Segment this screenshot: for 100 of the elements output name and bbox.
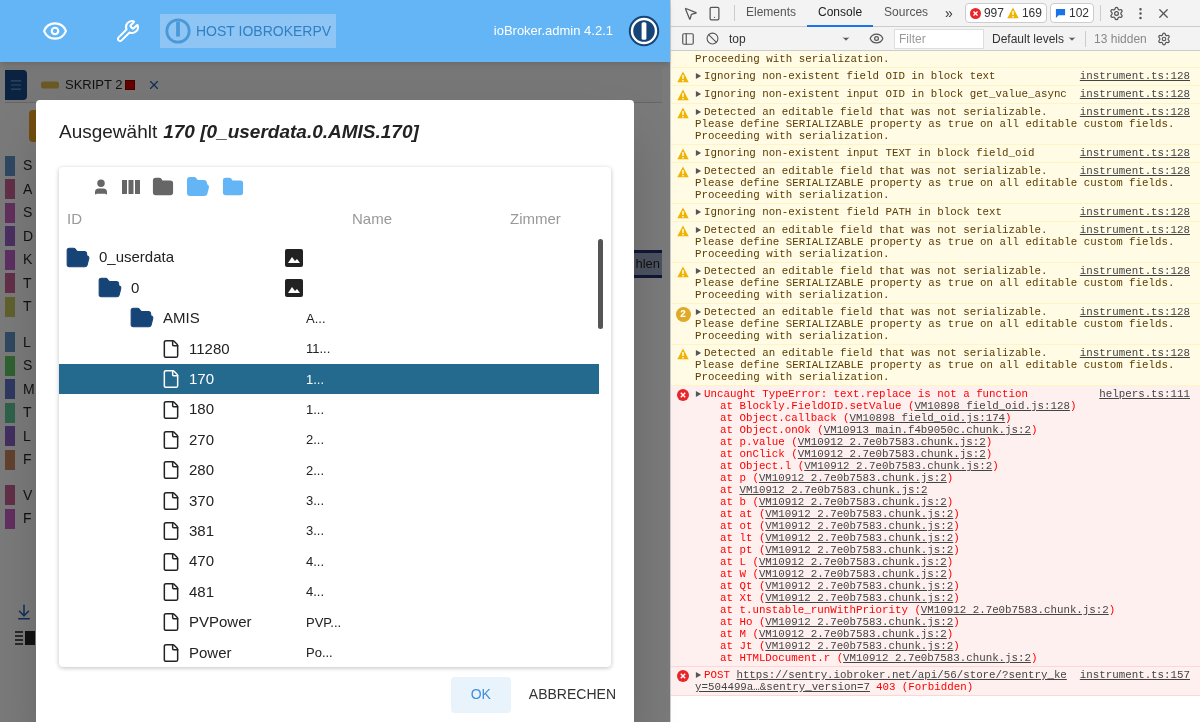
request-url[interactable]: y=504499a…&sentry_version=7 (695, 681, 870, 693)
devtools-tab[interactable]: Elements (735, 0, 808, 27)
stack-location-link[interactable]: VM10912 2.7e0b7583.chunk.js:2 (765, 544, 954, 556)
tree-row[interactable]: 381 3... (59, 516, 599, 547)
tree-row[interactable]: PVPower PVP... (59, 607, 599, 638)
columns-icon[interactable] (122, 179, 140, 194)
folder-icon[interactable] (152, 175, 174, 198)
stack-location-link[interactable]: VM10912 2.7e0b7583.chunk.js:2 (765, 532, 954, 544)
tree-row[interactable]: 0_userdata (59, 242, 599, 273)
category-label[interactable]: D (23, 225, 34, 247)
source-link[interactable]: instrument.ts:128 (1079, 206, 1190, 218)
tree-row[interactable]: 180 1... (59, 394, 599, 425)
category-label[interactable]: M (23, 378, 35, 400)
stack-location-link[interactable]: VM10912 2.7e0b7583.chunk.js:2 (843, 652, 1031, 664)
source-link[interactable]: instrument.ts:128 (1079, 106, 1190, 118)
settings-icon[interactable] (1156, 31, 1171, 46)
cancel-button[interactable]: ABBRECHEN (524, 676, 620, 713)
category-label[interactable]: S (23, 202, 33, 224)
expand-triangle-icon[interactable] (695, 226, 702, 234)
tree-row[interactable]: 11280 11... (59, 333, 599, 365)
tab-label[interactable]: SKRIPT 2 (65, 74, 123, 95)
expand-triangle-icon[interactable] (695, 90, 702, 98)
stack-location-link[interactable]: VM10898 field_oid.js:174 (849, 412, 1006, 424)
tree-row[interactable]: 481 4... (59, 576, 599, 608)
category-label[interactable]: V (23, 484, 33, 506)
stack-location-link[interactable]: VM10912 2.7e0b7583.chunk.js:2 (920, 604, 1109, 616)
stack-location-link[interactable]: VM10912 2.7e0b7583.chunk.js:2 (765, 640, 954, 652)
expand-triangle-icon[interactable] (695, 267, 702, 275)
stack-location-link[interactable]: VM10912 2.7e0b7583.chunk.js:2 (765, 580, 954, 592)
stack-location-link[interactable]: VM10913 main.f4b9050c.chunk.js:2 (823, 424, 1031, 436)
expand-triangle-icon[interactable] (695, 108, 702, 116)
stack-location-link[interactable]: VM10912 2.7e0b7583.chunk.js:2 (758, 556, 947, 568)
category-label[interactable]: T (23, 296, 32, 318)
more-tabs[interactable]: » (939, 2, 959, 24)
stack-location-link[interactable]: VM10912 2.7e0b7583.chunk.js:2 (765, 520, 954, 532)
source-link[interactable]: instrument.ts:128 (1079, 347, 1190, 359)
context-select[interactable]: top (729, 29, 857, 48)
user-icon[interactable] (92, 177, 110, 196)
tree-row[interactable]: 170 1... (59, 364, 599, 395)
source-link[interactable]: helpers.ts:111 (1099, 388, 1190, 400)
scrollbar[interactable] (598, 238, 603, 329)
clear-icon[interactable] (706, 32, 719, 45)
expand-triangle-icon[interactable] (695, 671, 702, 679)
stack-location-link[interactable]: VM10912 2.7e0b7583.chunk.js:2 (797, 448, 986, 460)
download-icon[interactable] (15, 602, 33, 621)
source-link[interactable]: instrument.ts:128 (1079, 88, 1190, 100)
category-label[interactable]: T (23, 402, 32, 424)
stack-location-link[interactable]: VM10912 2.7e0b7583.chunk.js:2 (804, 460, 993, 472)
tree-row[interactable]: 470 4... (59, 546, 599, 577)
eye-icon[interactable] (869, 31, 884, 46)
devtools-tab[interactable]: Sources (873, 0, 940, 27)
stack-location-link[interactable]: VM10912 2.7e0b7583.chunk.js:2 (765, 616, 954, 628)
expand-triangle-icon[interactable] (695, 72, 702, 80)
category-label[interactable]: F (23, 449, 32, 471)
expand-triangle-icon[interactable] (695, 390, 702, 398)
source-link[interactable]: instrument.ts:128 (1079, 265, 1190, 277)
stack-location-link[interactable]: VM10912 2.7e0b7583.chunk.js:2 (765, 508, 954, 520)
expand-triangle-icon[interactable] (695, 349, 702, 357)
source-link[interactable]: instrument.ts:128 (1079, 306, 1190, 318)
source-link[interactable]: instrument.ts:128 (1079, 70, 1190, 82)
source-link[interactable]: instrument.ts:128 (1079, 165, 1190, 177)
filter-field[interactable]: Filter (894, 28, 984, 49)
category-label[interactable]: A (23, 178, 33, 200)
stack-location-link[interactable]: VM10912 2.7e0b7583.chunk.js:2 (758, 496, 947, 508)
category-label[interactable]: K (23, 249, 33, 271)
stack-location-link[interactable]: VM10898 field_oid.js:128 (914, 400, 1070, 412)
source-link[interactable]: instrument.ts:128 (1079, 224, 1190, 236)
category-label[interactable]: L (23, 425, 31, 447)
expand-triangle-icon[interactable] (695, 308, 702, 316)
inspect-icon[interactable] (683, 5, 698, 21)
tree-row[interactable]: AMIS A... (59, 303, 599, 334)
source-link[interactable]: instrument.ts:128 (1079, 147, 1190, 159)
expand-triangle-icon[interactable] (695, 208, 702, 216)
menu-button[interactable] (5, 69, 27, 100)
category-label[interactable]: S (23, 355, 33, 377)
log-levels-dropdown[interactable]: Default levels (992, 29, 1078, 48)
settings-icon[interactable] (1109, 5, 1124, 21)
stack-location-link[interactable]: VM10912 2.7e0b7583.chunk.js:2 (739, 484, 928, 496)
tree-row[interactable]: 370 3... (59, 485, 599, 516)
expand-triangle-icon[interactable] (695, 149, 702, 157)
device-icon[interactable] (707, 5, 722, 21)
expand-triangle-icon[interactable] (695, 167, 702, 175)
source-link[interactable]: instrument.ts:157 (1079, 669, 1190, 681)
stack-location-link[interactable]: VM10912 2.7e0b7583.chunk.js:2 (765, 592, 954, 604)
stack-location-link[interactable]: VM10912 2.7e0b7583.chunk.js:2 (758, 472, 947, 484)
stack-location-link[interactable]: VM10912 2.7e0b7583.chunk.js:2 (797, 436, 986, 448)
tree-row[interactable]: Power Po... (59, 637, 599, 667)
sidebar-toggle-icon[interactable] (681, 31, 695, 46)
stack-location-link[interactable]: VM10912 2.7e0b7583.chunk.js:2 (758, 628, 947, 640)
issue-counters[interactable]: 997 169 (964, 3, 1047, 23)
list-icon[interactable] (15, 630, 35, 645)
tree-row[interactable]: 270 2... (59, 424, 599, 456)
category-label[interactable]: L (23, 331, 31, 353)
category-label[interactable]: S (23, 155, 33, 177)
request-url[interactable]: https://sentry.iobroker.net/api/56/store/?sentry_ke (736, 669, 1067, 681)
stack-location-link[interactable]: VM10912 2.7e0b7583.chunk.js:2 (758, 568, 947, 580)
category-label[interactable]: T (23, 272, 32, 294)
tree-row[interactable]: 0 (59, 272, 599, 304)
category-label[interactable]: F (23, 508, 32, 530)
message-counter[interactable]: 102 (1049, 3, 1094, 23)
